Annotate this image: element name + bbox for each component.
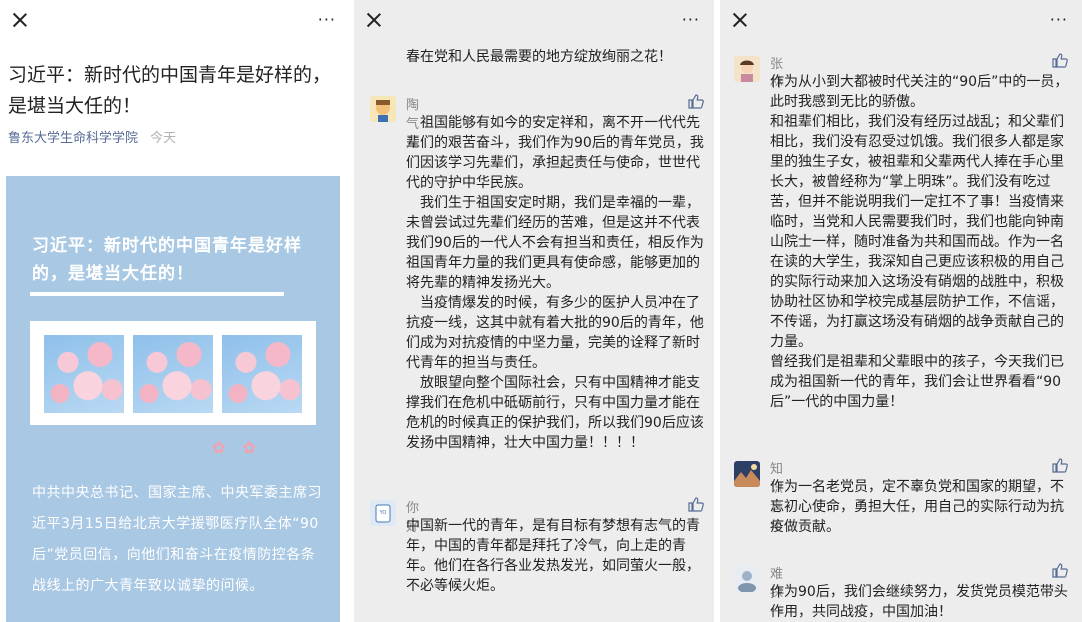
top-bar: ··· [354, 0, 714, 44]
more-options-icon[interactable]: ··· [1050, 10, 1068, 29]
close-icon[interactable] [732, 12, 748, 28]
close-icon[interactable] [12, 12, 28, 28]
comment-text: 作为一名老党员，定不辜负党和国家的期望，不忘初心使命，勇担大任，用自己的实际行动… [770, 479, 1064, 535]
article-cover-card: 习近平：新时代的中国青年是好样的，是堪当大任的！ ✿ ✿ 中共中央总书记、国家主… [6, 176, 340, 622]
blossom-image-frame [30, 321, 316, 425]
user-avatar[interactable] [734, 566, 760, 592]
user-avatar[interactable] [734, 56, 760, 82]
top-bar: ··· [720, 0, 1082, 44]
blossom-image [222, 335, 302, 413]
comment-text: 作为90后，我们会继续努力，发货党员模范带头作用，共同战疫，中国加油！ [770, 584, 1068, 620]
close-icon[interactable] [366, 12, 382, 28]
more-options-icon[interactable]: ··· [318, 10, 336, 29]
article-meta: 鲁东大学生命科学学院 今天 [8, 127, 176, 146]
article-title: 习近平：新时代的中国青年是好样的，是堪当大任的！ [8, 64, 332, 117]
comments-panel-2[interactable]: ··· 张林 作为从小到大都被时代关注的“90后”中的一员，此时我感到无比的骄傲… [720, 0, 1082, 622]
comments-panel-1[interactable]: ··· 春在党和人民最需要的地方绽放绚丽之花！ 陶气儿 祖国能够有如今的安定祥和… [354, 0, 714, 622]
card-body-text: 中共中央总书记、国家主席、中央军委主席习近平3月15日给北京大学援鄂医疗队全体“… [32, 485, 322, 594]
source-link[interactable]: 鲁东大学生命科学学院 [8, 131, 138, 146]
thumbs-up-icon[interactable] [1052, 563, 1068, 578]
blossom-image [44, 335, 124, 413]
thumbs-up-icon[interactable] [688, 94, 704, 109]
comment-continued-text: 春在党和人民最需要的地方绽放绚丽之花！ [406, 49, 672, 65]
flower-decoration-icon: ✿ ✿ [212, 438, 262, 457]
article-panel: ··· 习近平：新时代的中国青年是好样的，是堪当大任的！ 鲁东大学生命科学学院 … [0, 0, 350, 622]
thumbs-up-icon[interactable] [1052, 458, 1068, 473]
comment-text: 祖国能够有如今的安定祥和，离不开一代代先辈们的艰苦奋斗，我们作为90后的青年党员… [406, 115, 704, 451]
comment-text: 作为从小到大都被时代关注的“90后”中的一员，此时我感到无比的骄傲。 和祖辈们相… [770, 74, 1069, 410]
thumbs-up-icon[interactable] [1052, 53, 1068, 68]
publish-date: 今天 [150, 131, 177, 146]
user-avatar[interactable] [370, 96, 396, 122]
blossom-image [133, 335, 213, 413]
top-bar: ··· [0, 0, 350, 44]
user-avatar[interactable] [734, 461, 760, 487]
comment-text: 中国新一代的青年，是有目标有梦想有志气的青年，中国的青年都是拜托了冷气，向上走的… [406, 518, 700, 594]
more-options-icon[interactable]: ··· [682, 10, 700, 29]
svg-text:YO: YO [379, 510, 387, 516]
user-avatar[interactable]: YO [370, 500, 396, 526]
card-title: 习近平：新时代的中国青年是好样的，是堪当大任的！ [32, 236, 302, 284]
divider [30, 292, 284, 296]
thumbs-up-icon[interactable] [688, 497, 704, 512]
